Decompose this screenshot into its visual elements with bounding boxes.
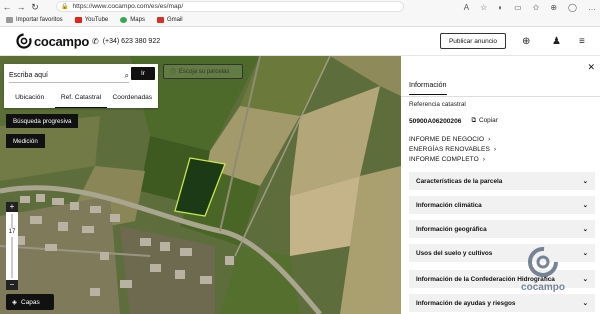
chevron-right-icon: › xyxy=(488,136,491,143)
info-icon: ⓘ xyxy=(170,70,177,76)
lock-icon: 🔒 xyxy=(61,4,69,10)
url-text: https://www.cocampo.com/es/es/map/ xyxy=(72,3,184,10)
chevron-down-icon: ⌄ xyxy=(582,226,588,233)
split-screen-icon[interactable]: ▭ xyxy=(514,3,522,12)
chevron-down-icon: ⌄ xyxy=(582,178,588,185)
cocampo-watermark: cocampo xyxy=(513,245,573,295)
read-aloud-icon[interactable]: A xyxy=(464,3,469,12)
address-bar[interactable]: 🔒 https://www.cocampo.com/es/es/map/ xyxy=(56,1,404,12)
zoom-level: 17 xyxy=(6,228,18,237)
link-full-report[interactable]: INFORME COMPLETO › xyxy=(409,156,485,163)
chevron-down-icon: ⌄ xyxy=(582,276,588,283)
layers-label: Capas xyxy=(21,298,40,306)
chevron-right-icon: › xyxy=(493,146,497,153)
search-input[interactable]: Escriba aquí ⌕ xyxy=(9,69,129,83)
favorites-icon[interactable]: ✩ xyxy=(533,3,540,12)
hint-text: Escoja su parcelas xyxy=(179,68,230,75)
menu-icon[interactable]: ≡ xyxy=(579,36,585,47)
user-icon[interactable]: ♟ xyxy=(552,36,561,47)
logo-text: cocampo xyxy=(34,33,89,49)
progressive-search-button[interactable]: Búsqueda progresiva xyxy=(6,114,79,128)
link-renewable-energy[interactable]: ENERGÍAS RENOVABLES › xyxy=(409,146,496,153)
browser-toolbar: ← → ↻ 🔒 https://www.cocampo.com/es/es/ma… xyxy=(0,0,600,14)
publish-ad-button[interactable]: Publicar anuncio xyxy=(440,33,506,49)
chevron-down-icon: ⌄ xyxy=(582,300,588,307)
watermark-text: cocampo xyxy=(521,282,565,293)
bookmark-youtube[interactable]: YouTube xyxy=(74,17,108,23)
close-icon[interactable]: ✕ xyxy=(587,62,595,73)
section-parcel-features[interactable]: Características de la parcela ⌄ xyxy=(409,172,595,190)
section-climate[interactable]: Información climática ⌄ xyxy=(409,196,595,214)
chevron-down-icon: ⌄ xyxy=(582,202,588,209)
zoom-control: + 17 − xyxy=(6,202,18,290)
bookmarks-bar: Importar favoritos YouTube Maps Gmail xyxy=(0,14,600,27)
zoom-slider[interactable]: 17 xyxy=(6,214,18,278)
copy-button[interactable]: ⧉ Copiar xyxy=(471,117,497,125)
section-aid-risks[interactable]: Información de ayudas y riesgos ⌄ xyxy=(409,294,595,312)
forward-icon[interactable]: → xyxy=(14,0,28,14)
back-icon[interactable]: ← xyxy=(0,0,14,14)
bookmark-maps[interactable]: Maps xyxy=(120,17,145,23)
tab-ubicacion[interactable]: Ubicación xyxy=(4,90,55,108)
tab-coordenadas[interactable]: Coordenadas xyxy=(107,90,158,108)
search-panel: Escriba aquí ⌕ Ir Ubicación Ref. Catastr… xyxy=(4,64,158,108)
extension-icon[interactable]: ◐ xyxy=(498,3,503,12)
chevron-down-icon: ⌄ xyxy=(582,250,588,257)
more-icon[interactable]: … xyxy=(588,3,596,12)
cocampo-logo[interactable]: cocampo xyxy=(16,33,89,49)
ref-value: 50900A06200206 xyxy=(409,117,462,125)
section-geography[interactable]: Información geográfica ⌄ xyxy=(409,220,595,238)
tab-informacion[interactable]: Información xyxy=(409,80,447,95)
layers-button[interactable]: ◈ Capas xyxy=(6,294,54,310)
reload-icon[interactable]: ↻ xyxy=(28,0,42,14)
zoom-in-button[interactable]: + xyxy=(6,202,18,212)
site-header: cocampo ✆ (+34) 623 380 922 Publicar anu… xyxy=(0,27,600,56)
search-tabs: Ubicación Ref. Catastral Coordenadas xyxy=(4,90,158,108)
bookmark-import[interactable]: Importar favoritos xyxy=(6,17,63,23)
bookmark-gmail[interactable]: Gmail xyxy=(156,17,183,23)
whatsapp-icon: ✆ xyxy=(92,37,99,46)
favorite-star-icon[interactable]: ☆ xyxy=(480,3,487,12)
chevron-right-icon: › xyxy=(482,156,486,163)
phone-contact[interactable]: ✆ (+34) 623 380 922 xyxy=(92,37,160,46)
watermark-logo-icon xyxy=(528,247,558,277)
map-hint: ⓘ Escoja su parcelas xyxy=(163,64,243,79)
link-business-report[interactable]: INFORME DE NEGOCIO › xyxy=(409,136,490,143)
zoom-out-button[interactable]: − xyxy=(6,280,18,290)
layers-icon: ◈ xyxy=(12,299,17,306)
phone-number: (+34) 623 380 922 xyxy=(102,38,161,45)
measure-button[interactable]: Medición xyxy=(6,134,45,148)
search-placeholder: Escriba aquí xyxy=(9,72,48,79)
ref-value-row: 50900A06200206 ⧉ Copiar xyxy=(409,117,498,125)
collections-icon[interactable]: ⊕ xyxy=(550,3,557,12)
tab-ref-catastral[interactable]: Ref. Catastral xyxy=(55,90,107,108)
copy-icon: ⧉ xyxy=(471,117,477,124)
search-go-button[interactable]: Ir xyxy=(131,67,155,80)
ref-label: Referencia catastral xyxy=(409,101,466,108)
logo-icon xyxy=(16,33,32,49)
profile-icon[interactable]: ◯ xyxy=(568,3,577,12)
globe-icon[interactable]: ⊕ xyxy=(522,36,530,47)
search-icon: ⌕ xyxy=(124,70,129,80)
divider xyxy=(401,96,600,97)
